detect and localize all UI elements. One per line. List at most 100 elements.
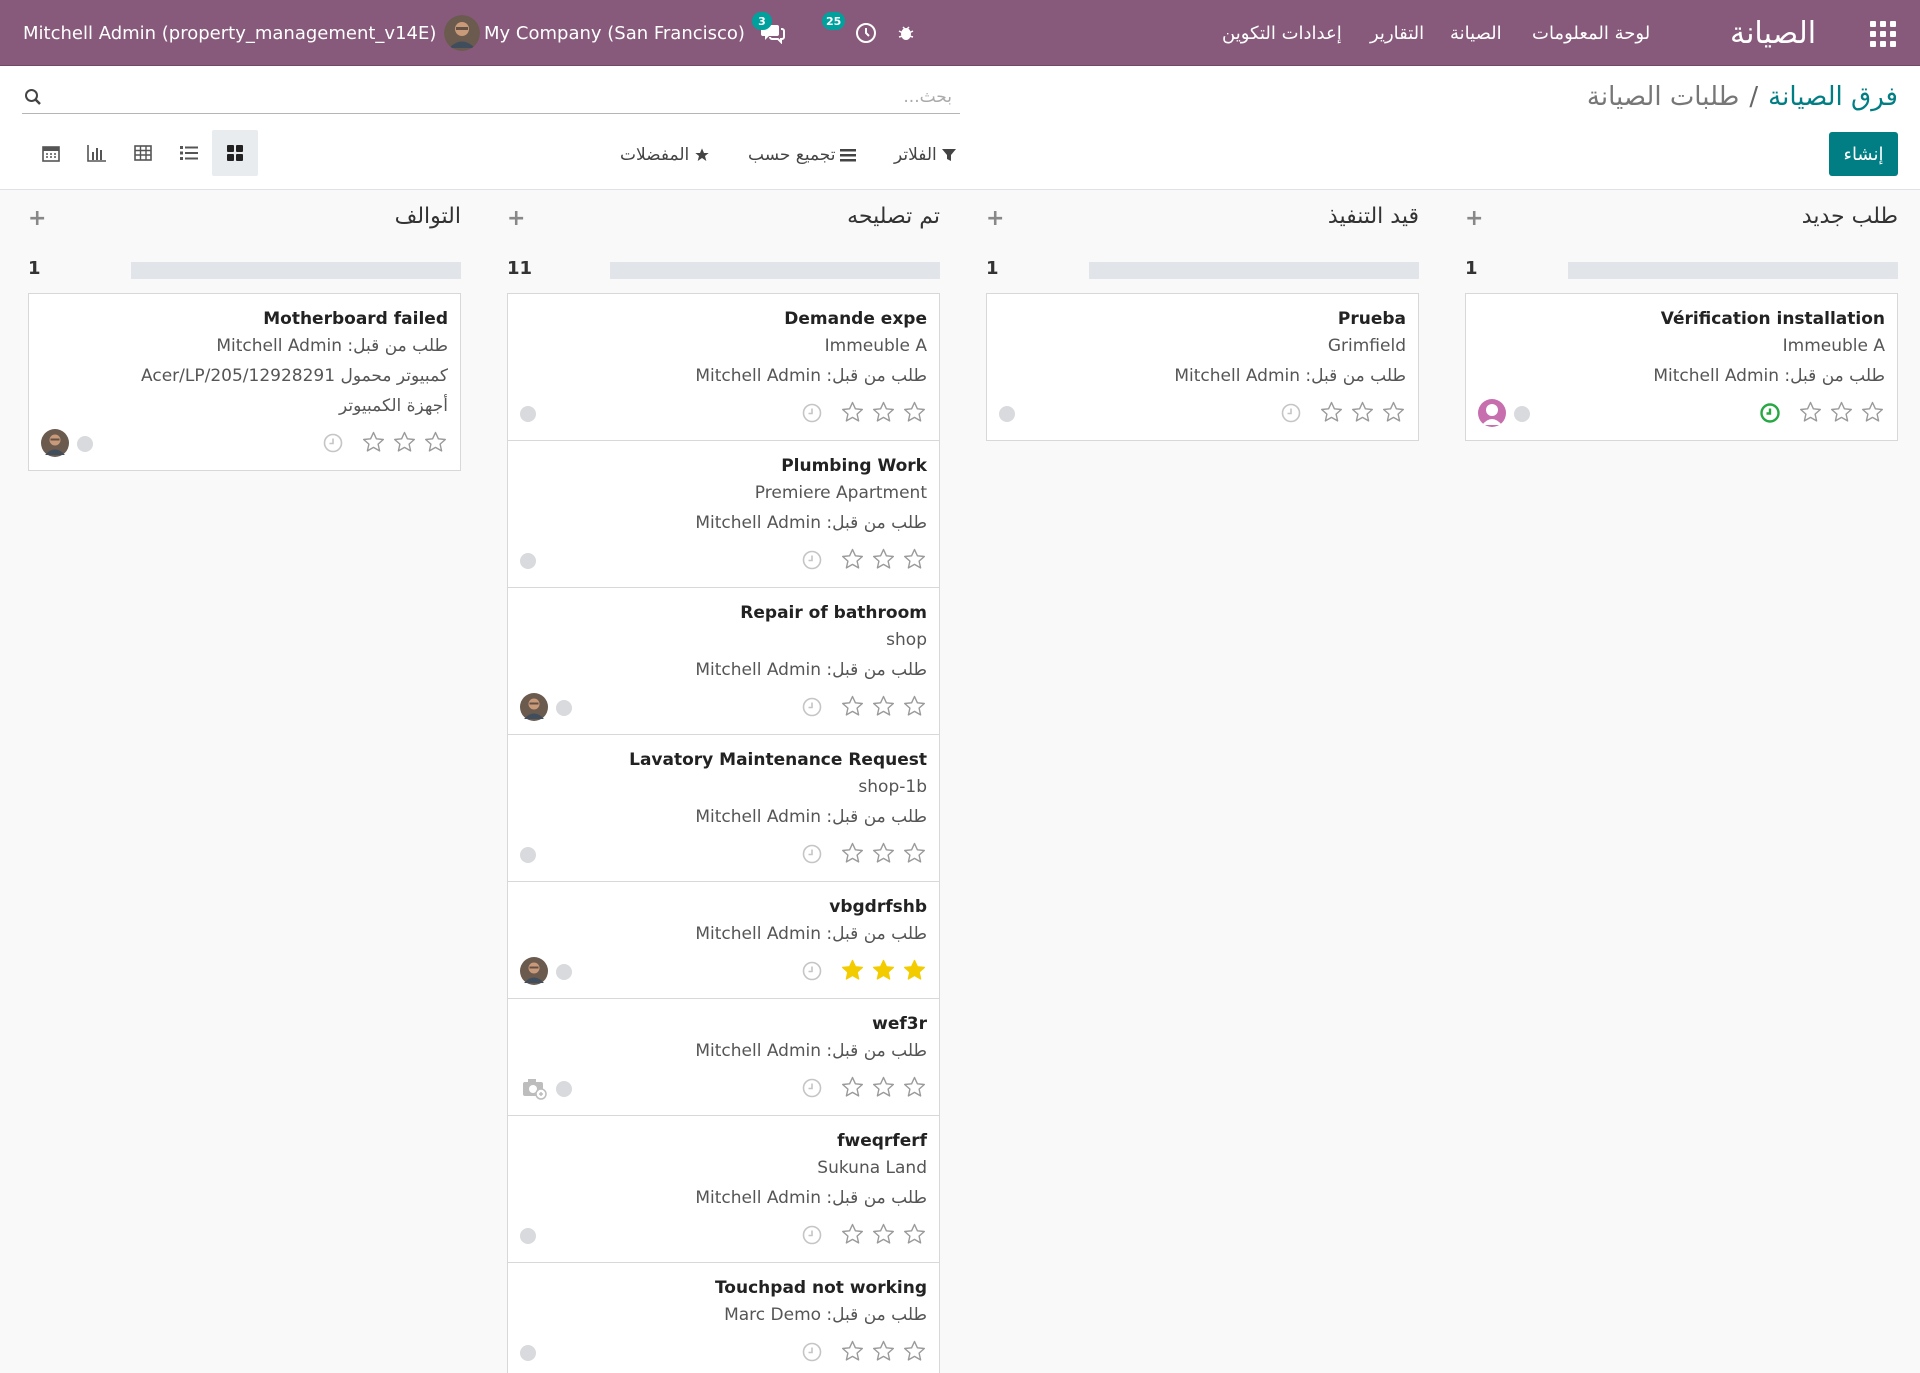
column-progress-bar[interactable] [1089,262,1419,279]
column-progress-bar[interactable] [610,262,940,279]
priority-star-icon[interactable] [392,430,417,458]
column-progress-bar[interactable] [1568,262,1898,279]
kanban-state-dot[interactable] [520,553,536,569]
kanban-card[interactable]: Repair of bathroom shop طلب من قبل: Mitche… [507,587,940,735]
activity-clock-icon[interactable] [801,402,823,428]
priority-star-icon[interactable] [840,694,865,722]
priority-star-icon[interactable] [902,841,927,869]
graph-view-button[interactable] [74,130,120,176]
kanban-state-dot[interactable] [520,1228,536,1244]
activity-clock-icon[interactable] [801,696,823,722]
priority-star-icon[interactable] [1798,400,1823,428]
kanban-card[interactable]: Vérification installation Immeuble A طلب م… [1465,293,1898,441]
activity-clock-icon[interactable] [801,1341,823,1367]
column-header[interactable]: طلب جديد +1 [1465,204,1898,279]
priority-star-icon[interactable] [902,400,927,428]
priority-star-icon[interactable] [840,400,865,428]
pivot-view-button[interactable] [120,130,166,176]
priority-star-icon[interactable] [902,694,927,722]
filters-button[interactable]: الفلاتر [894,136,956,174]
kanban-state-dot[interactable] [556,1081,572,1097]
create-button[interactable]: إنشاء [1829,132,1898,176]
kanban-state-dot[interactable] [1514,406,1530,422]
priority-star-icon[interactable] [902,1222,927,1250]
priority-star-icon[interactable] [1381,400,1406,428]
priority-star-icon[interactable] [840,1339,865,1367]
assignee-avatar[interactable] [520,693,548,721]
breadcrumb-parent[interactable]: فرق الصيانة [1768,82,1898,112]
priority-star-icon[interactable] [840,841,865,869]
camera-placeholder-icon[interactable] [520,1074,548,1102]
priority-star-icon[interactable] [1350,400,1375,428]
menu-reporting[interactable]: التقارير [1370,23,1424,44]
kanban-view-button[interactable] [212,130,258,176]
menu-settings[interactable]: إعدادات التكوين [1222,23,1342,44]
debug-button[interactable] [896,14,916,52]
kanban-card[interactable]: Touchpad not working طلب من قبل: Marc Dem… [507,1262,940,1373]
priority-star-icon[interactable] [871,958,896,986]
priority-star-icon[interactable] [871,1075,896,1103]
activity-clock-icon[interactable] [801,843,823,869]
kanban-card[interactable]: Plumbing Work Premiere Apartment طلب من قب… [507,440,940,588]
assignee-avatar[interactable] [41,429,69,457]
messages-button[interactable]: 3 [752,12,786,52]
groupby-button[interactable]: تجميع حسب [748,136,857,174]
menu-dashboard[interactable]: لوحة المعلومات [1532,23,1650,44]
activities-button[interactable]: 25 [822,12,878,52]
column-header[interactable]: قيد التنفيذ +1 [986,204,1419,279]
column-header[interactable]: تم تصليحه +11 [507,204,940,279]
column-quick-create-plus-icon[interactable]: + [507,206,525,231]
menu-maintenance[interactable]: الصيانة [1450,23,1502,44]
app-title[interactable]: الصيانة [1730,0,1816,66]
priority-star-icon[interactable] [1860,400,1885,428]
calendar-view-button[interactable] [28,130,74,176]
priority-star-icon[interactable] [840,547,865,575]
priority-star-icon[interactable] [902,547,927,575]
priority-star-icon[interactable] [1829,400,1854,428]
search-icon[interactable] [24,88,42,106]
activity-clock-icon[interactable] [322,432,344,458]
kanban-state-dot[interactable] [556,700,572,716]
priority-star-icon[interactable] [871,841,896,869]
activity-clock-icon[interactable] [1759,402,1781,428]
kanban-card[interactable]: Lavatory Maintenance Request shop-1b طلب م… [507,734,940,882]
kanban-card[interactable]: vbgdrfshb طلب من قبل: Mitchell Admin [507,881,940,999]
column-progress-bar[interactable] [131,262,461,279]
priority-star-icon[interactable] [902,1075,927,1103]
assignee-avatar[interactable] [1478,399,1506,427]
favorites-button[interactable]: المفضلات [620,136,710,174]
priority-star-icon[interactable] [840,958,865,986]
kanban-state-dot[interactable] [77,436,93,452]
activity-clock-icon[interactable] [801,549,823,575]
priority-star-icon[interactable] [871,1339,896,1367]
kanban-card[interactable]: Motherboard failed طلب من قبل: Mitchell A… [28,293,461,471]
list-view-button[interactable] [166,130,212,176]
priority-star-icon[interactable] [1319,400,1344,428]
priority-star-icon[interactable] [840,1075,865,1103]
kanban-card[interactable]: Prueba Grimfield طلب من قبل: Mitchell Admi… [986,293,1419,441]
kanban-state-dot[interactable] [999,406,1015,422]
search-input[interactable] [52,82,952,112]
column-header[interactable]: التوالف +1 [28,204,461,279]
priority-star-icon[interactable] [423,430,448,458]
priority-star-icon[interactable] [840,1222,865,1250]
user-menu[interactable]: Mitchell Admin (property_management_v14E… [23,0,481,66]
priority-star-icon[interactable] [871,400,896,428]
apps-grid-icon[interactable] [1870,21,1896,47]
kanban-state-dot[interactable] [520,1345,536,1361]
priority-star-icon[interactable] [361,430,386,458]
activity-clock-icon[interactable] [801,960,823,986]
priority-star-icon[interactable] [902,958,927,986]
company-switcher[interactable]: My Company (San Francisco) [484,0,745,66]
column-quick-create-plus-icon[interactable]: + [1465,206,1483,231]
activity-clock-icon[interactable] [801,1077,823,1103]
kanban-state-dot[interactable] [520,406,536,422]
column-quick-create-plus-icon[interactable]: + [986,206,1004,231]
assignee-avatar[interactable] [520,957,548,985]
kanban-card[interactable]: wef3r طلب من قبل: Mitchell Admin [507,998,940,1116]
kanban-state-dot[interactable] [520,847,536,863]
column-quick-create-plus-icon[interactable]: + [28,206,46,231]
priority-star-icon[interactable] [871,547,896,575]
kanban-state-dot[interactable] [556,964,572,980]
activity-clock-icon[interactable] [801,1224,823,1250]
